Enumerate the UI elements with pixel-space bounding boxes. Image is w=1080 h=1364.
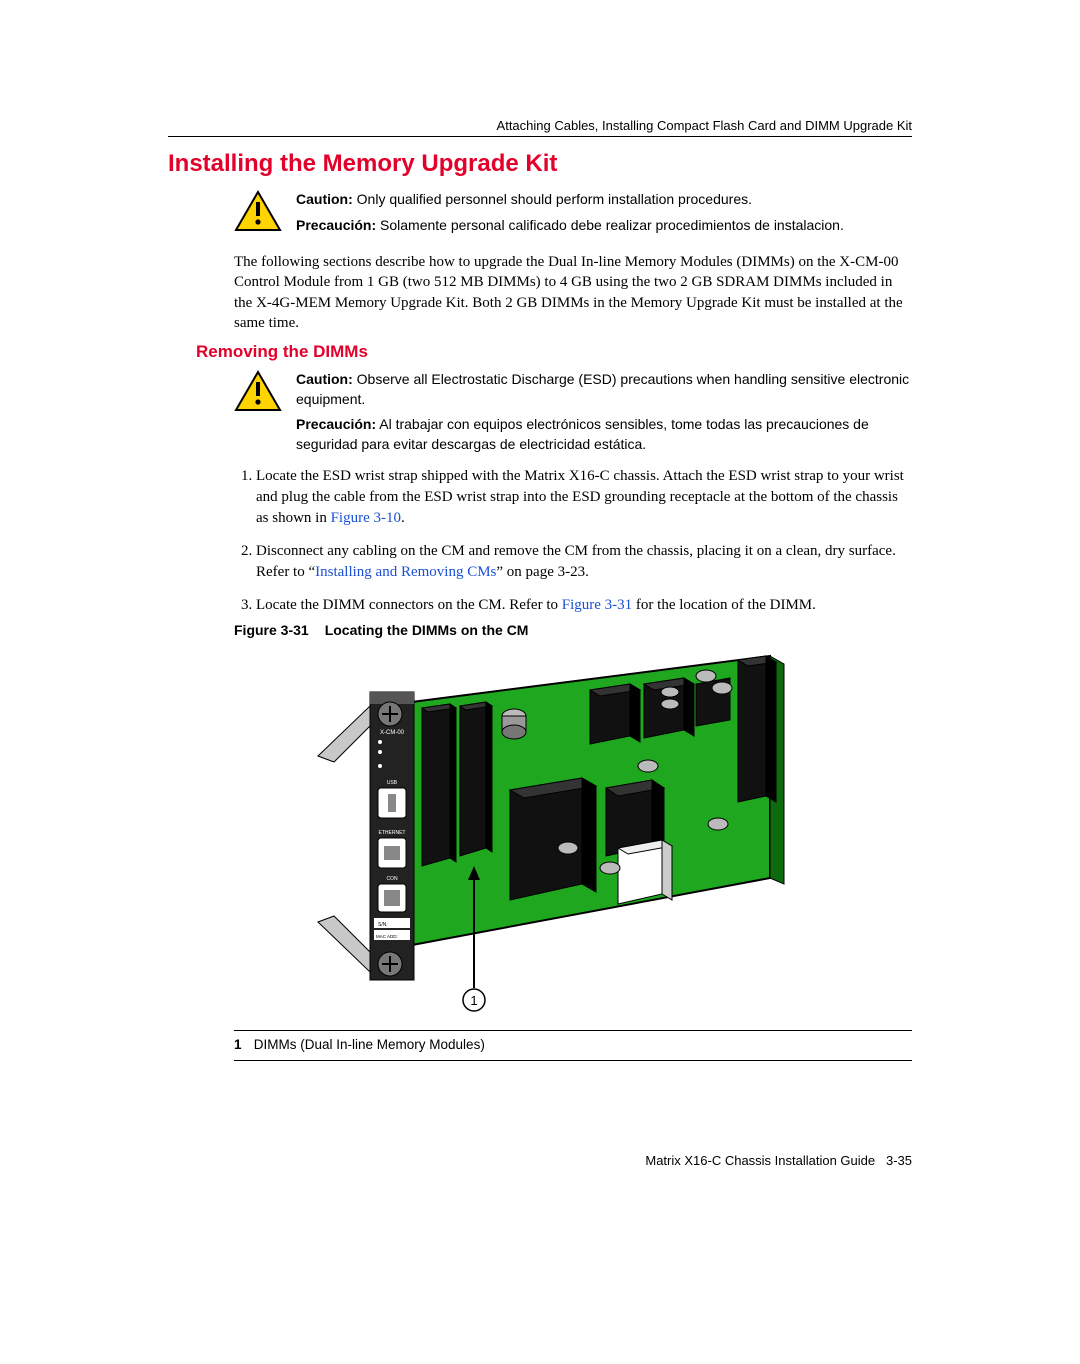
caution-label-es: Precaución: xyxy=(296,416,376,432)
caution-label-es: Precaución: xyxy=(296,217,376,233)
caution-text-en: Observe all Electrostatic Discharge (ESD… xyxy=(296,371,909,407)
heading-installing-memory-upgrade-kit: Installing the Memory Upgrade Kit xyxy=(168,150,557,178)
caution-icon xyxy=(234,190,282,234)
intro-paragraph: The following sections describe how to u… xyxy=(234,252,912,333)
board-label: X-CM-00 xyxy=(380,730,405,736)
legend-text: DIMMs (Dual In-line Memory Modules) xyxy=(254,1037,485,1052)
caution-label-en: Caution: xyxy=(296,191,353,207)
figure-title: Locating the DIMMs on the CM xyxy=(325,622,529,638)
caution-text-en: Only qualified personnel should perform … xyxy=(353,191,752,207)
step-2-text-b: ” on page 3-23. xyxy=(496,564,588,580)
figure-3-31-illustration: X-CM-00 USB ETHERNET CON S/N: MAC ADD: xyxy=(310,648,790,1028)
svg-text:CON: CON xyxy=(386,876,398,882)
caution-label-en: Caution: xyxy=(296,371,353,387)
svg-text:ETHERNET: ETHERNET xyxy=(379,830,406,836)
legend-number: 1 xyxy=(234,1037,250,1052)
svg-text:USB: USB xyxy=(387,780,398,786)
running-header: Attaching Cables, Installing Compact Fla… xyxy=(497,118,912,133)
figure-legend: 1 DIMMs (Dual In-line Memory Modules) xyxy=(234,1030,912,1061)
caution-text-es: Solamente personal calificado debe reali… xyxy=(376,217,844,233)
callout-circle-1: 1 xyxy=(470,993,477,1008)
figure-caption: Figure 3-31 Locating the DIMMs on the CM xyxy=(234,622,528,638)
procedure-steps: Locate the ESD wrist strap shipped with … xyxy=(234,466,912,628)
step-3: Locate the DIMM connectors on the CM. Re… xyxy=(256,595,912,616)
step-2: Disconnect any cabling on the CM and rem… xyxy=(256,541,912,583)
page-footer: Matrix X16-C Chassis Installation Guide … xyxy=(645,1153,912,1168)
link-figure-3-31[interactable]: Figure 3-31 xyxy=(562,597,632,613)
figure-number: Figure 3-31 xyxy=(234,622,309,638)
caution-icon xyxy=(234,370,282,414)
link-figure-3-10[interactable]: Figure 3-10 xyxy=(331,510,401,526)
link-installing-removing-cms[interactable]: Installing and Removing CMs xyxy=(315,564,496,580)
caution-text-es: Al trabajar con equipos electrónicos sen… xyxy=(296,416,869,452)
step-1: Locate the ESD wrist strap shipped with … xyxy=(256,466,912,529)
caution-text-block: Caution: Only qualified personnel should… xyxy=(296,190,844,241)
footer-book-title: Matrix X16-C Chassis Installation Guide xyxy=(645,1153,875,1168)
footer-page-number: 3-35 xyxy=(886,1153,912,1168)
heading-removing-dimms: Removing the DIMMs xyxy=(196,342,368,362)
header-rule xyxy=(168,136,912,137)
step-3-text-b: for the location of the DIMM. xyxy=(632,597,816,613)
caution-text-block: Caution: Observe all Electrostatic Disch… xyxy=(296,370,912,460)
svg-text:S/N:: S/N: xyxy=(378,922,388,928)
svg-text:MAC ADD:: MAC ADD: xyxy=(376,934,398,939)
step-1-text-b: . xyxy=(401,510,405,526)
step-3-text-a: Locate the DIMM connectors on the CM. Re… xyxy=(256,597,562,613)
